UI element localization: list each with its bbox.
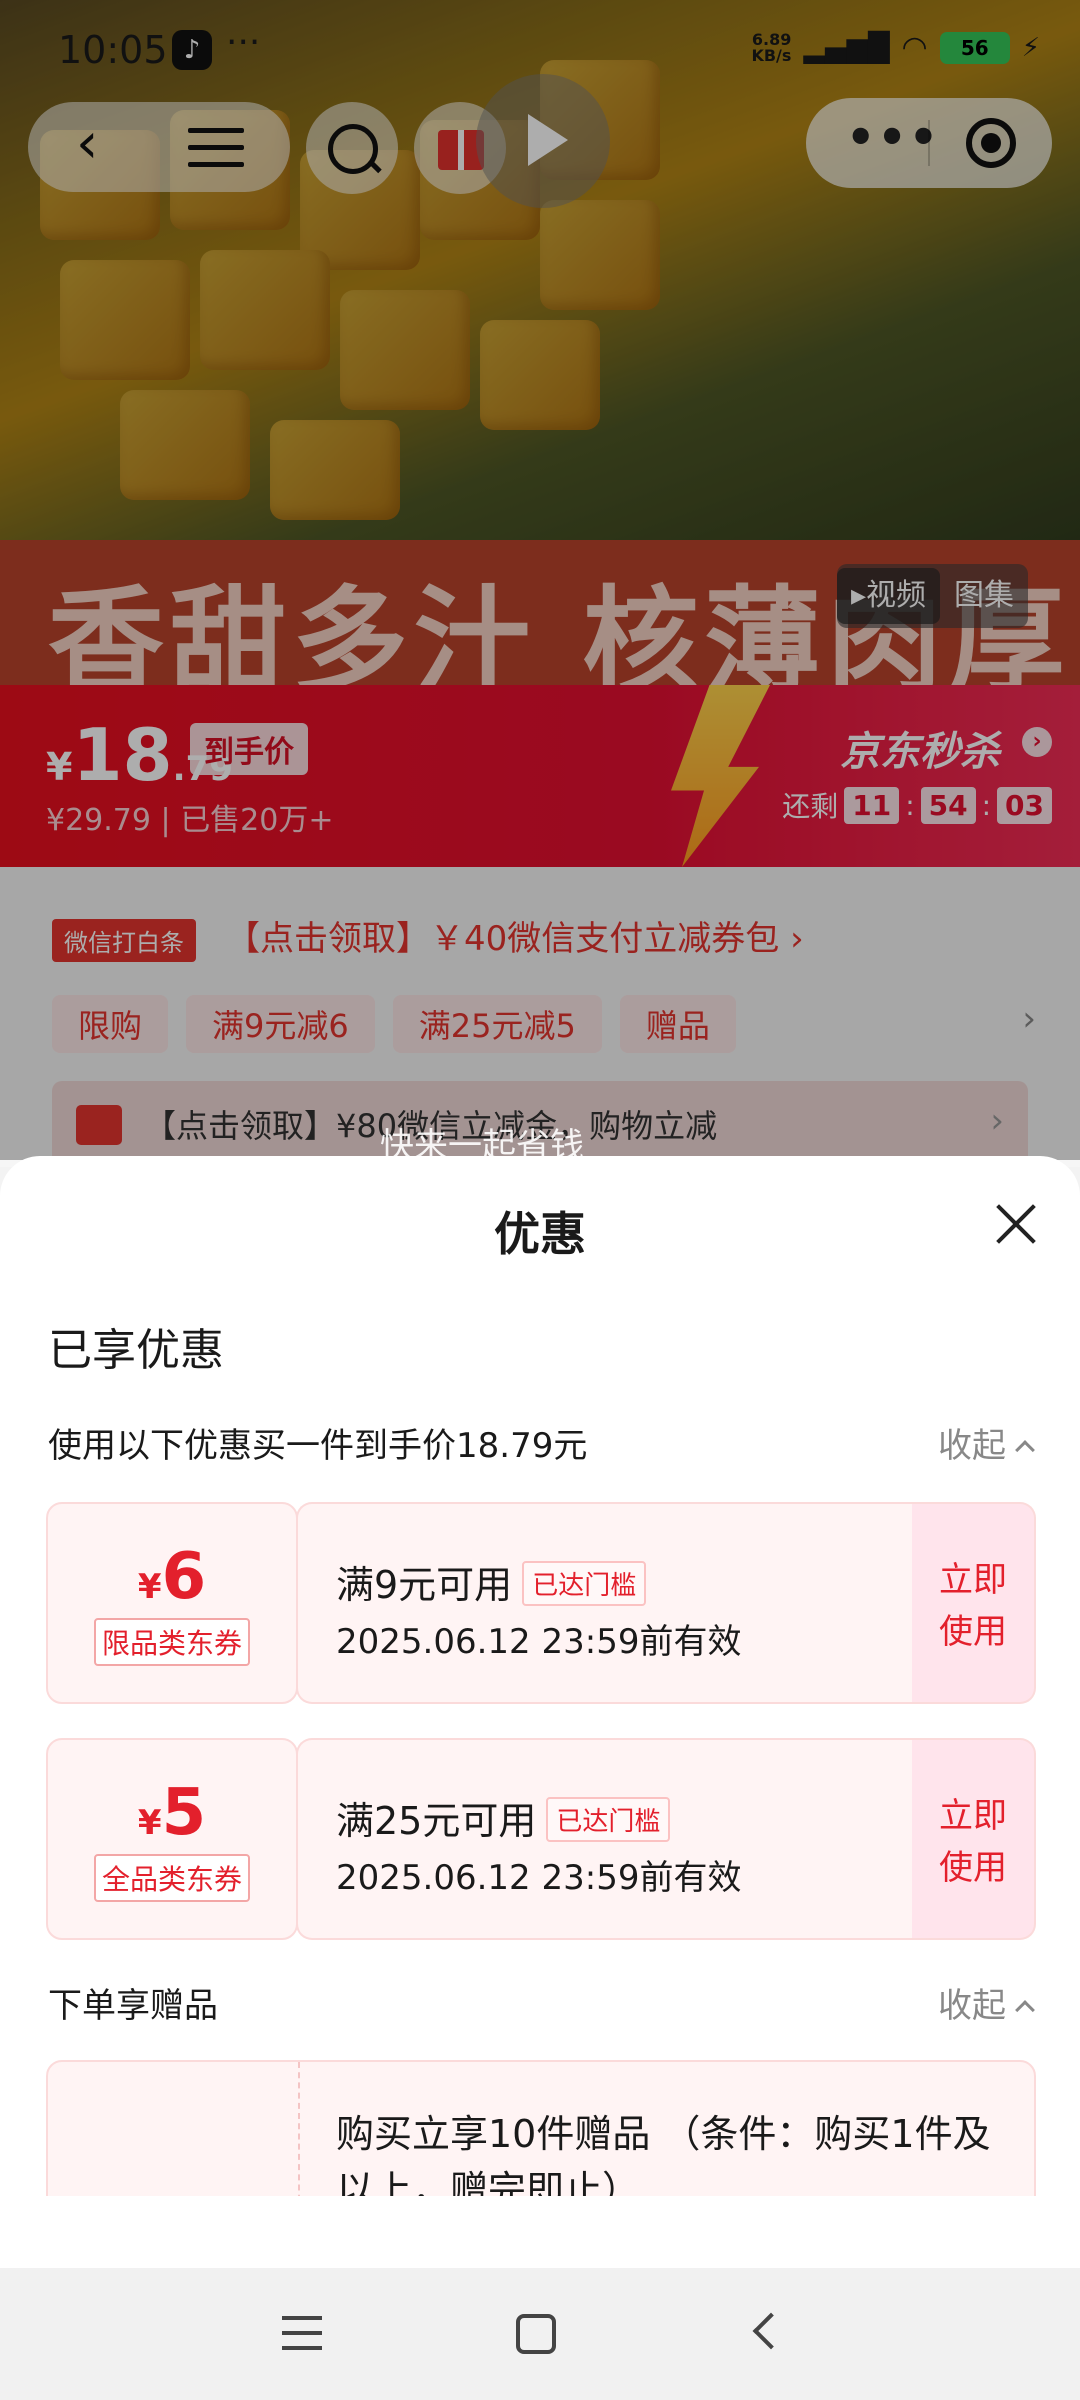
coupon-amount: ¥5	[48, 1776, 296, 1850]
close-icon[interactable]	[994, 1202, 1038, 1246]
section-enjoyed: 已享优惠	[48, 1325, 224, 1376]
collapse-label: 收起	[938, 1986, 1006, 2026]
price-line-row: 使用以下优惠买一件到手价18.79元 收起	[48, 1418, 1035, 1467]
coupon-condition: 满25元可用	[336, 1799, 537, 1843]
coupon-condition: 满9元可用	[336, 1563, 513, 1607]
collapse-button[interactable]: 收起	[938, 1978, 1035, 2027]
sheet-footer	[0, 2196, 1080, 2268]
threshold-badge: 已达门槛	[522, 1561, 647, 1606]
collapse-label: 收起	[938, 1426, 1006, 1466]
coupon-currency: ¥	[137, 1567, 162, 1607]
coupon-type: 限品类东券	[93, 1618, 250, 1666]
modal-backdrop[interactable]	[0, 0, 1080, 1160]
gift-card: 购买立享10件赠品 （条件：购买1件及以上，赠完即止）	[46, 2060, 1036, 2200]
sheet-title: 优惠	[494, 1207, 586, 1261]
coupon-type: 全品类东券	[93, 1854, 250, 1902]
coupon-amount-panel: ¥6 限品类东券	[46, 1502, 298, 1704]
gift-line: 下单享赠品	[48, 1986, 218, 2026]
chevron-up-icon	[1015, 1999, 1035, 2020]
menu-icon[interactable]	[282, 2316, 322, 2352]
coupon-amount: ¥6	[48, 1540, 296, 1614]
gift-text: 购买立享10件赠品 （条件：购买1件及以上，赠完即止）	[336, 2112, 991, 2200]
use-coupon-button[interactable]: 立即 使用	[912, 1502, 1036, 1704]
back-icon[interactable]	[752, 2312, 790, 2350]
home-icon[interactable]	[516, 2314, 556, 2354]
coupon-currency: ¥	[137, 1803, 162, 1843]
coupon-amount-panel: ¥5 全品类东券	[46, 1738, 298, 1940]
collapse-button[interactable]: 收起	[938, 1418, 1035, 1467]
coupon-card: ¥5 全品类东券 满25元可用 已达门槛 2025.06.12 23:59前有效 …	[46, 1738, 1036, 1940]
coupon-info: 满9元可用 已达门槛 2025.06.12 23:59前有效	[296, 1502, 916, 1704]
gift-line-row: 下单享赠品 收起	[48, 1978, 1035, 2027]
discount-sheet: 优惠 已享优惠 使用以下优惠买一件到手价18.79元 收起 ¥6 限品类东券 满…	[0, 1156, 1080, 2200]
coupon-value: 6	[161, 1540, 207, 1614]
chevron-up-icon	[1015, 1439, 1035, 1460]
system-nav-bar	[0, 2268, 1080, 2400]
threshold-badge: 已达门槛	[546, 1797, 671, 1842]
price-line: 使用以下优惠买一件到手价18.79元	[48, 1426, 588, 1466]
coupon-value: 5	[161, 1776, 207, 1850]
coupon-condition-row: 满9元可用 已达门槛	[336, 1554, 647, 1609]
coupon-validity: 2025.06.12 23:59前有效	[336, 1858, 742, 1898]
gift-card-divider	[298, 2062, 300, 2200]
coupon-card: ¥6 限品类东券 满9元可用 已达门槛 2025.06.12 23:59前有效 立…	[46, 1502, 1036, 1704]
coupon-condition-row: 满25元可用 已达门槛	[336, 1790, 671, 1845]
coupon-info: 满25元可用 已达门槛 2025.06.12 23:59前有效	[296, 1738, 916, 1940]
use-coupon-button[interactable]: 立即 使用	[912, 1738, 1036, 1940]
coupon-validity: 2025.06.12 23:59前有效	[336, 1622, 742, 1662]
